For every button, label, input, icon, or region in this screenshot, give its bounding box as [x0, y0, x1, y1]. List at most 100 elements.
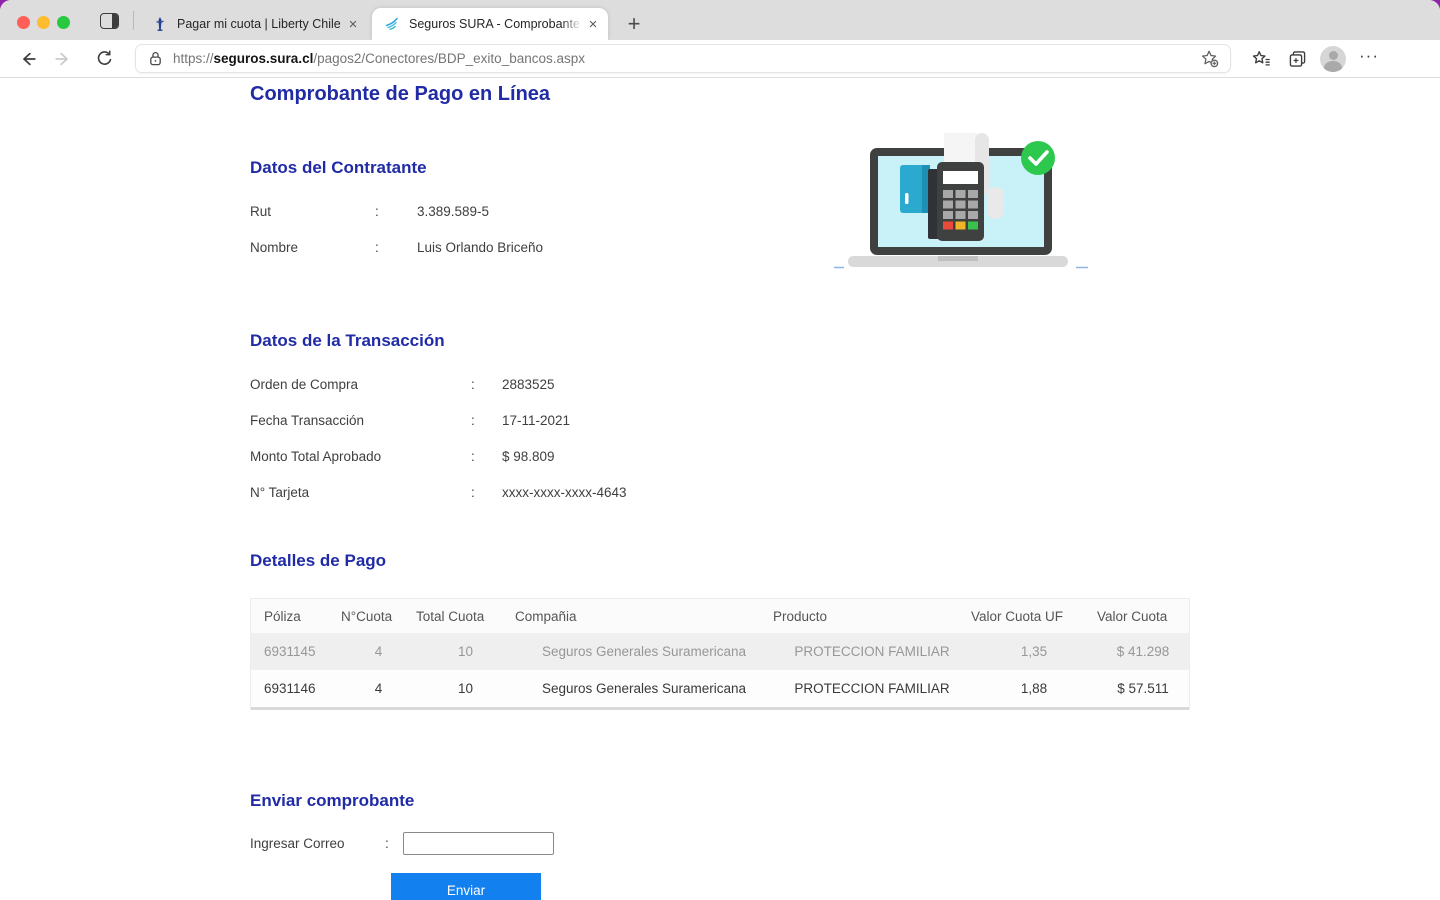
add-favorite-icon[interactable]	[1200, 49, 1220, 69]
col-header-total-cuota: Total Cuota	[416, 609, 515, 624]
cell-producto: PROTECCION FAMILIAR	[773, 644, 971, 659]
cell-total-cuota: 10	[416, 644, 515, 659]
col-header-poliza: Póliza	[251, 609, 341, 624]
url-text[interactable]: https://seguros.sura.cl/pagos2/Conectore…	[173, 51, 1200, 66]
email-row: Ingresar Correo :	[250, 825, 554, 861]
field-value: 17-11-2021	[502, 413, 627, 428]
field-separator: :	[471, 413, 502, 428]
cell-valor-cuota: $ 57.511	[1097, 681, 1189, 696]
browser-toolbar: https://seguros.sura.cl/pagos2/Conectore…	[0, 40, 1440, 78]
back-button[interactable]	[11, 44, 45, 74]
refresh-icon	[95, 49, 114, 68]
cell-ncuota: 4	[341, 644, 416, 659]
table-bottom-edge	[251, 707, 1189, 710]
field-label: Fecha Transacción	[250, 413, 471, 428]
field-label: Nombre	[250, 240, 375, 255]
info-row-rut: Rut : 3.389.589-5	[250, 193, 543, 229]
info-row-fecha: Fecha Transacción : 17-11-2021	[250, 402, 627, 438]
zoom-window-button[interactable]	[57, 16, 70, 29]
forward-button[interactable]	[45, 44, 79, 74]
contratante-rows: Rut : 3.389.589-5 Nombre : Luis Orlando …	[250, 193, 543, 265]
settings-menu-button[interactable]: ···	[1351, 44, 1387, 74]
section-heading-enviar: Enviar comprobante	[250, 791, 414, 811]
field-value: $ 98.809	[502, 449, 627, 464]
collections-icon	[1287, 49, 1308, 69]
info-row-nombre: Nombre : Luis Orlando Briceño	[250, 229, 543, 265]
cell-valor-cuota-uf: 1,88	[971, 681, 1097, 696]
tab-separator	[133, 11, 134, 30]
url-path: /pagos2/Conectores/BDP_exito_bancos.aspx	[313, 51, 585, 66]
back-arrow-icon	[19, 50, 38, 68]
table-header-row: Póliza N°Cuota Total Cuota Compañia Prod…	[251, 599, 1189, 633]
info-row-orden: Orden de Compra : 2883525	[250, 366, 627, 402]
email-input[interactable]	[403, 832, 554, 855]
page-content: Comprobante de Pago en Línea	[0, 78, 1440, 900]
success-check-icon	[1021, 141, 1055, 175]
favorites-star-icon	[1251, 49, 1272, 69]
payment-details-table: Póliza N°Cuota Total Cuota Compañia Prod…	[250, 598, 1190, 710]
col-header-valor-cuota-uf: Valor Cuota UF	[971, 609, 1097, 624]
send-button[interactable]: Enviar	[391, 873, 541, 900]
lock-icon	[148, 50, 163, 67]
traffic-lights	[17, 16, 70, 29]
field-separator: :	[375, 240, 417, 255]
section-heading-transaccion: Datos de la Transacción	[250, 331, 445, 351]
sura-favicon	[384, 16, 400, 32]
cell-compania: Seguros Generales Suramericana	[515, 644, 773, 659]
field-separator: :	[471, 485, 502, 500]
forward-arrow-icon	[53, 50, 72, 68]
cell-producto: PROTECCION FAMILIAR	[773, 681, 971, 696]
browser-window: Pagar mi cuota | Liberty Chile × Seguros…	[0, 0, 1440, 900]
cell-poliza: 6931146	[251, 681, 341, 696]
col-header-ncuota: N°Cuota	[341, 609, 416, 624]
cell-poliza: 6931145	[251, 644, 341, 659]
tab-actions-icon[interactable]	[100, 13, 119, 29]
cell-total-cuota: 10	[416, 681, 515, 696]
payment-success-illustration	[820, 125, 1100, 280]
info-row-tarjeta: N° Tarjeta : xxxx-xxxx-xxxx-4643	[250, 474, 627, 510]
refresh-button[interactable]	[87, 44, 121, 74]
liberty-favicon	[152, 16, 168, 32]
cell-compania: Seguros Generales Suramericana	[515, 681, 773, 696]
cell-ncuota: 4	[341, 681, 416, 696]
url-domain: seguros.sura.cl	[214, 51, 314, 66]
favorites-button[interactable]	[1243, 44, 1279, 74]
tab-close-icon[interactable]: ×	[582, 16, 604, 33]
ellipsis-icon: ···	[1359, 46, 1379, 72]
collections-button[interactable]	[1279, 44, 1315, 74]
info-row-monto: Monto Total Aprobado : $ 98.809	[250, 438, 627, 474]
tab-bar: Pagar mi cuota | Liberty Chile × Seguros…	[0, 0, 1440, 40]
page-title: Comprobante de Pago en Línea	[250, 83, 550, 106]
url-scheme: https://	[173, 51, 214, 66]
tab-liberty-chile[interactable]: Pagar mi cuota | Liberty Chile ×	[140, 8, 368, 40]
col-header-compania: Compañia	[515, 609, 773, 624]
tab-close-icon[interactable]: ×	[342, 16, 364, 33]
avatar	[1320, 46, 1346, 72]
field-value: Luis Orlando Briceño	[417, 240, 543, 255]
address-bar[interactable]: https://seguros.sura.cl/pagos2/Conectore…	[135, 44, 1231, 73]
email-label: Ingresar Correo	[250, 836, 385, 851]
col-header-valor-cuota: Valor Cuota	[1097, 609, 1189, 624]
field-separator: :	[375, 204, 417, 219]
cell-valor-cuota: $ 41.298	[1097, 644, 1189, 659]
section-heading-detalles: Detalles de Pago	[250, 551, 386, 571]
tab-title: Seguros SURA - Comprobante	[409, 17, 582, 31]
tab-seguros-sura[interactable]: Seguros SURA - Comprobante ×	[372, 8, 608, 40]
table-row: 6931145 4 10 Seguros Generales Surameric…	[251, 633, 1189, 670]
field-separator: :	[471, 449, 502, 464]
table-row: 6931146 4 10 Seguros Generales Surameric…	[251, 670, 1189, 707]
minimize-window-button[interactable]	[37, 16, 50, 29]
field-label: Orden de Compra	[250, 377, 471, 392]
field-label: Rut	[250, 204, 375, 219]
tab-title: Pagar mi cuota | Liberty Chile	[177, 17, 342, 31]
field-value: 2883525	[502, 377, 627, 392]
field-separator: :	[471, 377, 502, 392]
field-label: N° Tarjeta	[250, 485, 471, 500]
transaccion-rows: Orden de Compra : 2883525 Fecha Transacc…	[250, 366, 627, 510]
col-header-producto: Producto	[773, 609, 971, 624]
field-value: 3.389.589-5	[417, 204, 543, 219]
new-tab-button[interactable]: +	[618, 8, 650, 40]
field-label: Monto Total Aprobado	[250, 449, 471, 464]
profile-button[interactable]	[1315, 44, 1351, 74]
close-window-button[interactable]	[17, 16, 30, 29]
